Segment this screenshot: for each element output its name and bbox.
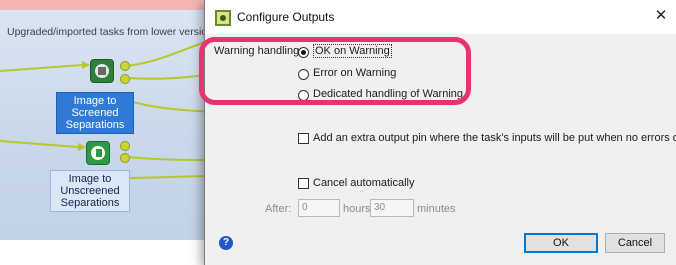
- help-icon[interactable]: ?: [219, 236, 233, 250]
- task-label-line: Unscreened: [60, 185, 120, 197]
- extra-output-checkbox[interactable]: [298, 133, 309, 144]
- screen-task-icon[interactable]: [90, 59, 114, 83]
- workflow-canvas: Upgraded/imported tasks from lower versi…: [0, 0, 212, 240]
- highlight-annotation: [199, 37, 471, 105]
- task-label-line: Separations: [60, 197, 120, 209]
- hours-label: hours: [343, 203, 371, 215]
- cancel-automatically-checkbox[interactable]: [298, 178, 309, 189]
- output-pin[interactable]: [120, 153, 130, 163]
- minutes-label: minutes: [417, 203, 456, 215]
- cancel-automatically-label[interactable]: Cancel automatically: [313, 177, 415, 189]
- task-icon: [91, 146, 105, 160]
- task-label-unscreened[interactable]: Image to Unscreened Separations: [50, 170, 130, 212]
- task-label-line: Screened: [71, 107, 119, 119]
- task-label-line: Image to: [73, 95, 117, 107]
- ok-button[interactable]: OK: [524, 233, 598, 253]
- output-pin[interactable]: [120, 61, 130, 71]
- minutes-input[interactable]: 30: [370, 199, 414, 217]
- close-icon[interactable]: ✕: [651, 7, 671, 25]
- dialog-title: Configure Outputs: [237, 10, 335, 24]
- after-label: After:: [265, 203, 292, 215]
- cancel-button[interactable]: Cancel: [605, 233, 665, 253]
- extra-output-label[interactable]: Add an extra output pin where the task's…: [313, 132, 676, 144]
- dialog-titlebar: Configure Outputs ✕: [205, 0, 676, 34]
- hours-input[interactable]: 0: [298, 199, 340, 217]
- configure-outputs-dialog: Configure Outputs ✕ Warning handling: OK…: [199, 0, 676, 265]
- task-label-screened[interactable]: Image to Screened Separations: [56, 92, 134, 134]
- output-pin[interactable]: [120, 74, 130, 84]
- output-pin[interactable]: [120, 141, 130, 151]
- unscreened-task-icon[interactable]: [86, 141, 110, 165]
- task-label-line: Image to: [68, 173, 112, 185]
- app-icon: [215, 10, 231, 26]
- task-label-line: Separations: [65, 119, 125, 131]
- task-icon: [95, 64, 109, 78]
